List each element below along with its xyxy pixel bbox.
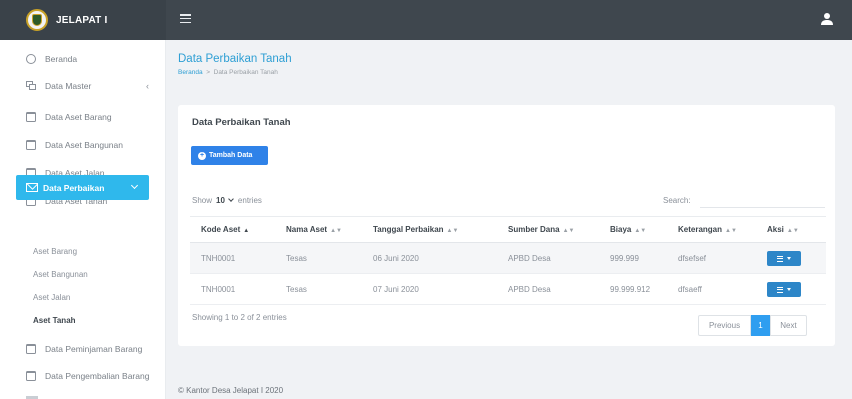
calendar-icon <box>26 140 36 150</box>
length-control: Show 10 entries <box>192 196 262 205</box>
data-table: Kode Aset ▲ Nama Aset ▲▼ Tanggal Perbaikan… <box>190 216 826 305</box>
caret-down-icon <box>787 288 791 292</box>
table-row: TNH0001 Tesas 07 Juni 2020 APBD Desa 99.… <box>190 273 826 305</box>
sidebar-item-label: Data Pengembalian Barang <box>45 371 150 381</box>
calendar-icon <box>26 112 36 122</box>
column-header-keterangan[interactable]: Keterangan ▲▼ <box>667 216 756 243</box>
submenu-item-aset-jalan[interactable]: Aset Jalan <box>33 293 70 302</box>
calendar-icon <box>26 344 36 354</box>
cell-tanggal: 06 Juni 2020 <box>362 242 497 274</box>
column-header-tanggal-perbaikan[interactable]: Tanggal Perbaikan ▲▼ <box>362 216 497 243</box>
brand[interactable]: JELAPAT I <box>0 0 166 40</box>
menu-icon <box>777 255 783 263</box>
sort-icon: ▲▼ <box>446 228 459 234</box>
column-header-sumber-dana[interactable]: Sumber Dana ▲▼ <box>497 216 599 243</box>
sort-icon: ▲▼ <box>562 228 575 234</box>
menu-icon <box>777 286 783 294</box>
caret-down-icon <box>787 257 791 261</box>
cell-nama-aset: Tesas <box>275 273 362 305</box>
brand-name: JELAPAT I <box>56 14 108 26</box>
cell-aksi <box>756 273 826 305</box>
sort-icon: ▲▼ <box>786 228 799 234</box>
top-navbar: JELAPAT I <box>0 0 852 40</box>
sidebar-item-label: Data Master <box>45 81 92 91</box>
sidebar-item-label: Data Aset Barang <box>45 112 112 122</box>
sort-icon: ▲▼ <box>634 228 647 234</box>
page-number-button[interactable]: 1 <box>751 315 770 336</box>
sidebar-item-data-aset-barang[interactable]: Data Aset Barang <box>26 112 112 122</box>
footer-text: © Kantor Desa Jelapat I 2020 <box>178 386 284 395</box>
search-label: Search: <box>663 196 691 205</box>
cell-kode-aset: TNH0001 <box>190 242 275 274</box>
cell-tanggal: 07 Juni 2020 <box>362 273 497 305</box>
add-data-button[interactable]: + Tambah Data <box>191 146 268 165</box>
action-menu-button[interactable] <box>767 251 801 267</box>
mail-icon <box>26 183 38 192</box>
column-header-kode-aset[interactable]: Kode Aset ▲ <box>190 216 275 243</box>
cell-sumber-dana: APBD Desa <box>497 273 599 305</box>
cell-keterangan: dfsefsef <box>667 242 756 274</box>
table-header-row: Kode Aset ▲ Nama Aset ▲▼ Tanggal Perbaikan… <box>190 216 826 243</box>
sort-asc-icon: ▲ <box>243 228 250 234</box>
cell-sumber-dana: APBD Desa <box>497 242 599 274</box>
chevron-left-icon[interactable]: ‹ <box>146 81 149 91</box>
user-icon[interactable] <box>820 12 834 26</box>
add-data-label: Tambah Data <box>209 152 253 159</box>
card-title: Data Perbaikan Tanah <box>192 117 291 128</box>
cell-aksi <box>756 242 826 274</box>
next-page-button[interactable]: Next <box>770 315 807 336</box>
copy-icon <box>26 81 36 91</box>
breadcrumb-separator: > <box>206 69 210 76</box>
previous-page-button[interactable]: Previous <box>698 315 751 336</box>
column-header-biaya[interactable]: Biaya ▲▼ <box>599 216 667 243</box>
action-menu-button[interactable] <box>767 282 801 298</box>
submenu-item-aset-tanah[interactable]: Aset Tanah <box>33 316 76 325</box>
sidebar-item-label: Data Aset Bangunan <box>45 140 123 150</box>
search-input[interactable] <box>700 194 825 208</box>
sidebar-item-label: Data Peminjaman Barang <box>45 344 143 354</box>
logo <box>26 9 48 31</box>
pagination: Previous 1 Next <box>698 315 807 336</box>
breadcrumb: Beranda > Data Perbaikan Tanah <box>178 69 278 76</box>
page-length-select[interactable]: 10 <box>216 196 225 205</box>
sidebar-item-data-aset-bangunan[interactable]: Data Aset Bangunan <box>26 140 123 150</box>
table-info: Showing 1 to 2 of 2 entries <box>192 313 287 322</box>
breadcrumb-current: Data Perbaikan Tanah <box>213 69 278 76</box>
column-header-nama-aset[interactable]: Nama Aset ▲▼ <box>275 216 362 243</box>
column-header-aksi[interactable]: Aksi ▲▼ <box>756 216 826 243</box>
sidebar-item-label: Data Perbaikan <box>43 182 105 193</box>
menu-toggle-icon[interactable] <box>180 13 191 24</box>
chevron-down-icon[interactable] <box>228 196 234 202</box>
sidebar-item-label: Beranda <box>45 54 78 64</box>
show-label: Show <box>192 196 213 205</box>
sidebar-item-beranda[interactable]: Beranda <box>26 54 77 64</box>
sort-icon: ▲▼ <box>330 228 342 234</box>
plus-icon: + <box>198 151 206 160</box>
chevron-down-icon <box>130 181 139 190</box>
sidebar-item-data-pengembalian-barang[interactable]: Data Pengembalian Barang <box>26 371 149 381</box>
calendar-icon <box>26 371 36 381</box>
cell-biaya: 99.999.912 <box>599 273 667 305</box>
data-card: Data Perbaikan Tanah + Tambah Data Show … <box>178 105 835 346</box>
sidebar-item-data-peminjaman-barang[interactable]: Data Peminjaman Barang <box>26 344 142 354</box>
entries-label: entries <box>237 196 262 205</box>
home-icon <box>26 54 36 64</box>
cell-keterangan: dfsaeff <box>667 273 756 305</box>
table-row: TNH0001 Tesas 06 Juni 2020 APBD Desa 999… <box>190 242 826 274</box>
submenu-item-aset-barang[interactable]: Aset Barang <box>33 247 77 256</box>
cell-biaya: 999.999 <box>599 242 667 274</box>
sidebar-item-data-master[interactable]: Data Master <box>26 81 91 91</box>
submenu-item-aset-bangunan[interactable]: Aset Bangunan <box>33 270 88 279</box>
cell-kode-aset: TNH0001 <box>190 273 275 305</box>
page-title: Data Perbaikan Tanah <box>178 53 292 65</box>
breadcrumb-home[interactable]: Beranda <box>178 69 203 76</box>
sort-icon: ▲▼ <box>725 228 737 234</box>
cell-nama-aset: Tesas <box>275 242 362 274</box>
sidebar-item-data-perbaikan[interactable]: Data Perbaikan <box>16 175 149 200</box>
